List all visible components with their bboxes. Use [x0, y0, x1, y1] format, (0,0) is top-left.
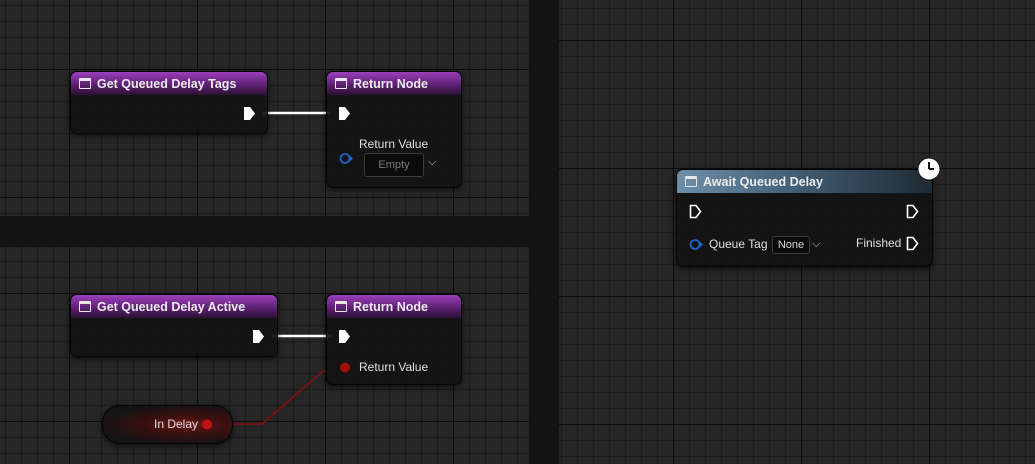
- finished-label: Finished: [856, 236, 902, 250]
- node-title: Return Node: [353, 299, 428, 314]
- chevron-down-icon[interactable]: ⌵: [812, 238, 820, 251]
- node-title: Get Queued Delay Tags: [97, 76, 237, 91]
- function-icon: [79, 78, 91, 89]
- get-queued-delay-active-node[interactable]: Get Queued Delay Active: [70, 294, 278, 357]
- queue-tag-dropdown[interactable]: None: [772, 236, 810, 254]
- queue-tag-label: Queue Tag: [709, 237, 768, 251]
- exec-pin-icon[interactable]: [689, 204, 702, 219]
- function-icon: [685, 176, 697, 187]
- exec-pin-icon[interactable]: [338, 106, 351, 121]
- return-value-label: Return Value: [359, 360, 429, 374]
- struct-pin-icon[interactable]: [689, 238, 705, 251]
- bool-pin-icon[interactable]: [201, 418, 215, 431]
- function-icon: [335, 301, 347, 312]
- node-header[interactable]: Return Node: [327, 295, 461, 318]
- bool-pin-icon[interactable]: [339, 361, 353, 374]
- node-header[interactable]: Return Node: [327, 72, 461, 95]
- exec-pin-icon[interactable]: [252, 329, 265, 344]
- await-queued-delay-node[interactable]: Await Queued Delay Queue Tag None ⌵ Fini…: [676, 169, 933, 267]
- node-title: Await Queued Delay: [703, 174, 823, 189]
- node-title: Return Node: [353, 76, 428, 91]
- latent-clock-icon: [917, 157, 941, 181]
- exec-pin-icon[interactable]: [243, 106, 256, 121]
- function-icon: [335, 78, 347, 89]
- node-title: Get Queued Delay Active: [97, 299, 246, 314]
- return-node-active[interactable]: Return Node Return Value: [326, 294, 462, 385]
- return-value-label: Return Value: [359, 137, 429, 151]
- get-queued-delay-tags-node[interactable]: Get Queued Delay Tags: [70, 71, 268, 134]
- in-delay-variable-node[interactable]: In Delay: [102, 405, 233, 444]
- struct-pin-icon[interactable]: [339, 152, 355, 165]
- node-header[interactable]: Await Queued Delay: [677, 170, 932, 193]
- function-icon: [79, 301, 91, 312]
- return-value-dropdown[interactable]: Empty: [364, 153, 424, 177]
- chevron-down-icon[interactable]: ⌵: [428, 156, 436, 169]
- exec-pin-icon[interactable]: [906, 204, 919, 219]
- node-header[interactable]: Get Queued Delay Tags: [71, 72, 267, 95]
- exec-pin-icon[interactable]: [906, 236, 919, 251]
- return-node-tags[interactable]: Return Node Return Value Empty ⌵: [326, 71, 462, 188]
- exec-pin-icon[interactable]: [338, 329, 351, 344]
- variable-label: In Delay: [154, 417, 199, 431]
- node-header[interactable]: Get Queued Delay Active: [71, 295, 277, 318]
